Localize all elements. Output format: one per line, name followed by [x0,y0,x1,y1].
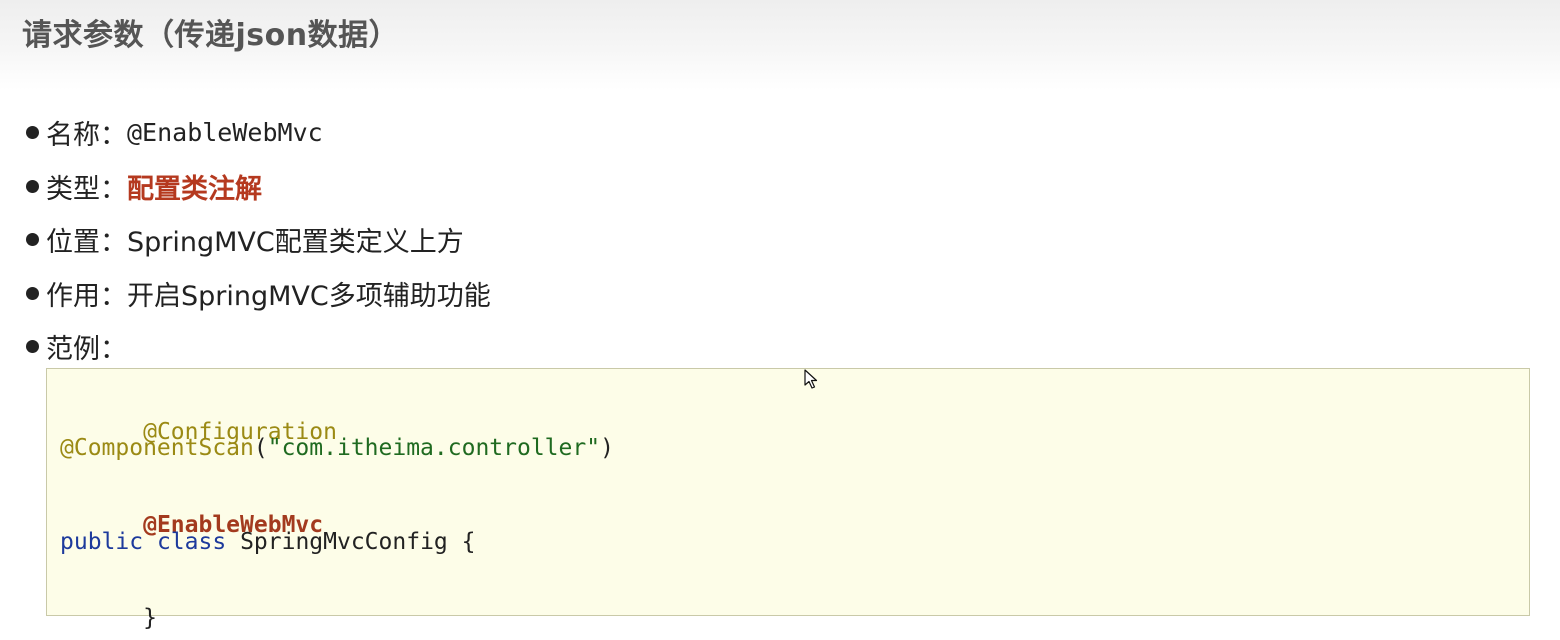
code-line-4: public class SpringMvcConfig { [60,527,475,557]
function-value: 开启SpringMVC多项辅助功能 [127,280,491,312]
bullet-dot-icon [26,126,39,140]
info-item-position: 位置： SpringMVC配置类定义上方 [20,213,491,267]
code-line-2: @ComponentScan("com.itheima.controller") [60,433,614,463]
bullet-dot-icon [26,233,39,247]
public-keyword: public [60,529,144,555]
info-item-name: 名称： @EnableWebMvc [20,106,491,160]
code-line-1: @Configuration [60,387,337,477]
class-declaration: SpringMvcConfig { [240,529,476,555]
bullet-dot-icon [26,340,39,354]
code-example-block: @Configuration @ComponentScan("com.ithei… [46,368,1530,631]
slide-page: 请求参数（传递json数据） 名称： @EnableWebMvc 类型： 配置类… [0,0,1560,640]
package-string: "com.itheima.controller" [267,435,601,461]
position-value: SpringMVC配置类定义上方 [127,227,464,259]
mouse-pointer-icon [804,369,818,389]
name-value: @EnableWebMvc [127,118,323,148]
bullet-dot-icon [26,179,39,193]
page-title: 请求参数（传递json数据） [22,18,400,53]
function-label: 作用： [46,280,127,312]
info-list: 名称： @EnableWebMvc 类型： 配置类注解 位置： SpringMV… [20,106,491,374]
paren-close: ) [600,435,614,461]
paren-open: ( [253,435,268,461]
info-item-function: 作用： 开启SpringMVC多项辅助功能 [20,267,491,321]
example-label: 范例： [46,334,127,366]
type-value: 配置类注解 [127,173,262,205]
name-label: 名称： [46,120,127,152]
position-label: 位置： [46,227,127,259]
componentscan-annotation: @ComponentScan [60,435,254,461]
class-keyword: class [156,529,227,555]
info-item-example: 范例： [20,320,491,374]
closing-brace: } [143,605,157,631]
info-item-type: 类型： 配置类注解 [20,160,491,214]
type-label: 类型： [46,173,127,205]
bullet-dot-icon [26,286,39,300]
code-line-5: } [60,573,157,640]
